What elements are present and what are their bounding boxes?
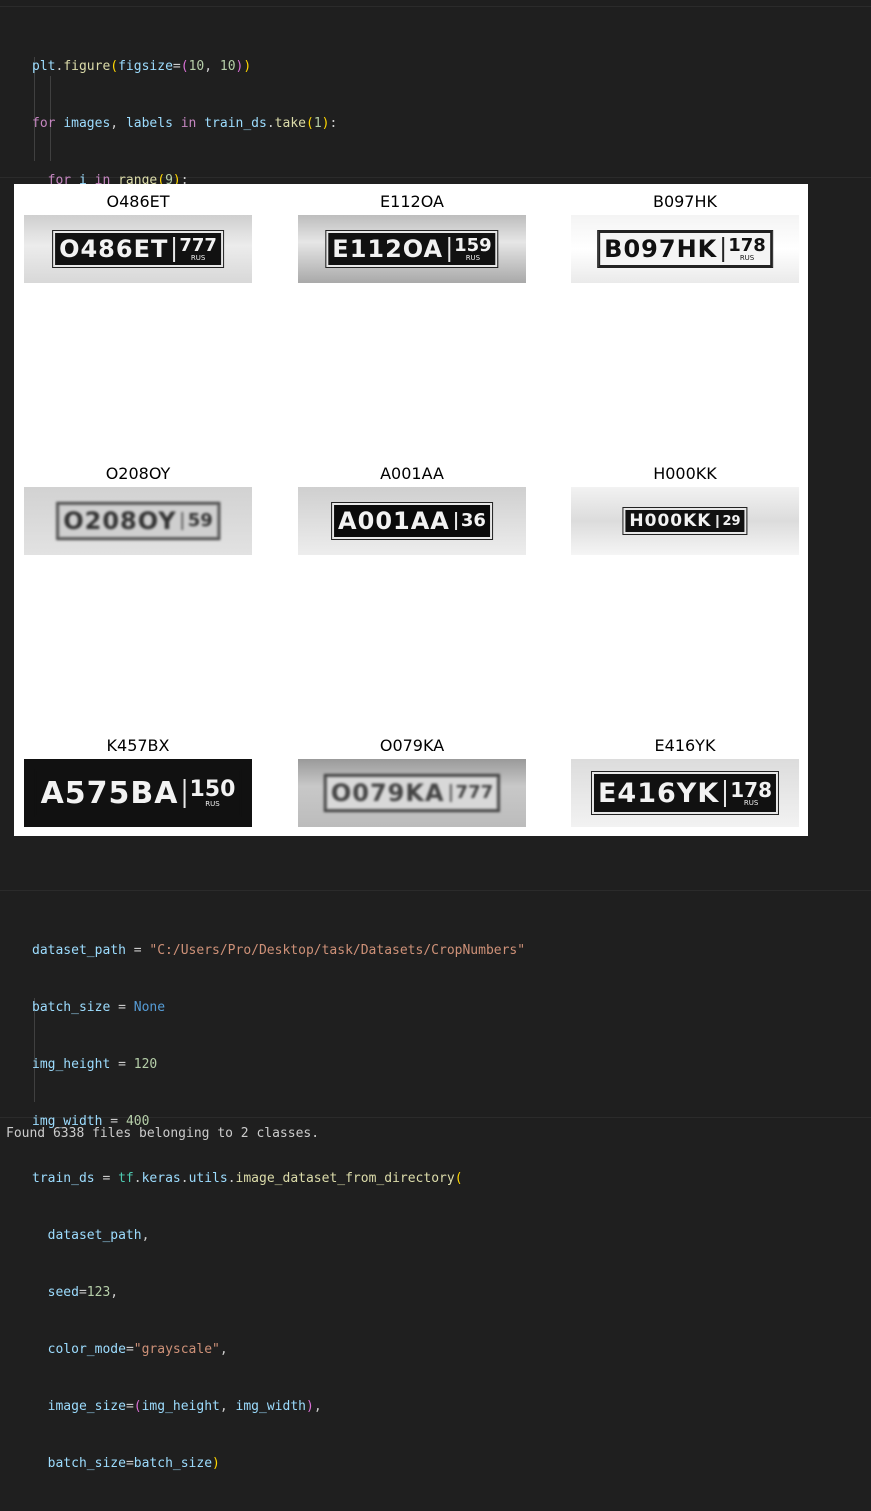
subplot-title: A001AA (380, 464, 444, 483)
code-line-2: batch_size = None (32, 1000, 166, 1015)
plate: E112OA 159 RUS (325, 230, 499, 268)
plot-figure-output: O486ET O486ET 777 RUS E112OA E112OA 159 RU… (14, 184, 808, 836)
plate-number: O486ET (59, 235, 169, 263)
plate-number: B097HK (604, 235, 718, 263)
license-plate-image: O079KA 777 (298, 759, 526, 827)
plate-region: 777 RUS (173, 236, 217, 262)
plate: O208OY 59 (56, 502, 220, 540)
code-line-1: dataset_path = "C:/Users/Pro/Desktop/tas… (32, 943, 526, 958)
subplot-title: E112OA (380, 192, 444, 211)
code-line-9: image_size=(img_height, img_width), (47, 1399, 322, 1414)
code-line-7: seed=123, (47, 1285, 119, 1300)
subplot-title: O208OY (105, 464, 171, 483)
subplot-title: H000KK (653, 464, 717, 483)
plate-region: 159 RUS (448, 236, 492, 262)
plate-region: 150 RUS (183, 778, 235, 808)
license-plate-image: A575BA 150 RUS (24, 759, 252, 827)
subplot-title: B097HK (652, 192, 718, 211)
code-line-6: dataset_path, (47, 1228, 150, 1243)
code-line-3: img_height = 120 (32, 1057, 158, 1072)
plate: E416YK 178 RUS (590, 771, 780, 815)
plate-region: 59 (181, 512, 213, 530)
code-line-1: plt.figure(figsize=(10, 10)) (32, 59, 252, 74)
plate-number: E416YK (597, 777, 720, 809)
subplot-title: K457BX (106, 736, 170, 755)
plate-region: 777 (449, 784, 493, 802)
plate: O486ET 777 RUS (52, 230, 224, 268)
subplot-title: O079KA (379, 736, 445, 755)
plate-number: A001AA (338, 507, 450, 535)
plate-number: E112OA (332, 235, 444, 263)
code-line-8: color_mode="grayscale", (47, 1342, 228, 1357)
code-line-10: batch_size=batch_size) (47, 1456, 220, 1471)
code-cell-plot[interactable]: plt.figure(figsize=(10, 10)) for images,… (0, 6, 871, 416)
code-line-5: train_ds = tf.keras.utils.image_dataset_… (32, 1171, 463, 1186)
plate-region: 29 (716, 514, 741, 528)
plate: H000KK 29 (622, 507, 748, 535)
license-plate-image: H000KK 29 (571, 487, 799, 555)
cell-output-text: Found 6338 files belonging to 2 classes. (6, 1126, 320, 1141)
plate-number: H000KK (629, 511, 712, 531)
license-plate-image: A001AA 36 (298, 487, 526, 555)
license-plate-image: O486ET 777 RUS (24, 215, 252, 283)
subplot-title: O486ET (106, 192, 170, 211)
license-plate-image: E416YK 178 RUS (571, 759, 799, 827)
plate-region: 178 RUS (724, 779, 772, 807)
plate: A001AA 36 (331, 502, 493, 540)
plate: O079KA 777 (323, 774, 501, 812)
plate: A575BA 150 RUS (34, 769, 242, 817)
license-plate-image: O208OY 59 (24, 487, 252, 555)
license-plate-image: E112OA 159 RUS (298, 215, 526, 283)
plate-number: A575BA (40, 775, 179, 811)
plate-region: 36 (454, 512, 486, 530)
license-plate-image: B097HK 178 RUS (571, 215, 799, 283)
code-cell-dataset[interactable]: dataset_path = "C:/Users/Pro/Desktop/tas… (0, 890, 871, 1471)
plate: B097HK 178 RUS (597, 230, 773, 268)
plate-region: 178 RUS (722, 236, 766, 262)
subplot-title: E416YK (654, 736, 716, 755)
code-line-2: for images, labels in train_ds.take(1): (32, 116, 338, 131)
code-block[interactable]: dataset_path = "C:/Users/Pro/Desktop/tas… (32, 903, 525, 1511)
plate-number: O208OY (63, 507, 177, 535)
plate-number: O079KA (330, 779, 445, 807)
